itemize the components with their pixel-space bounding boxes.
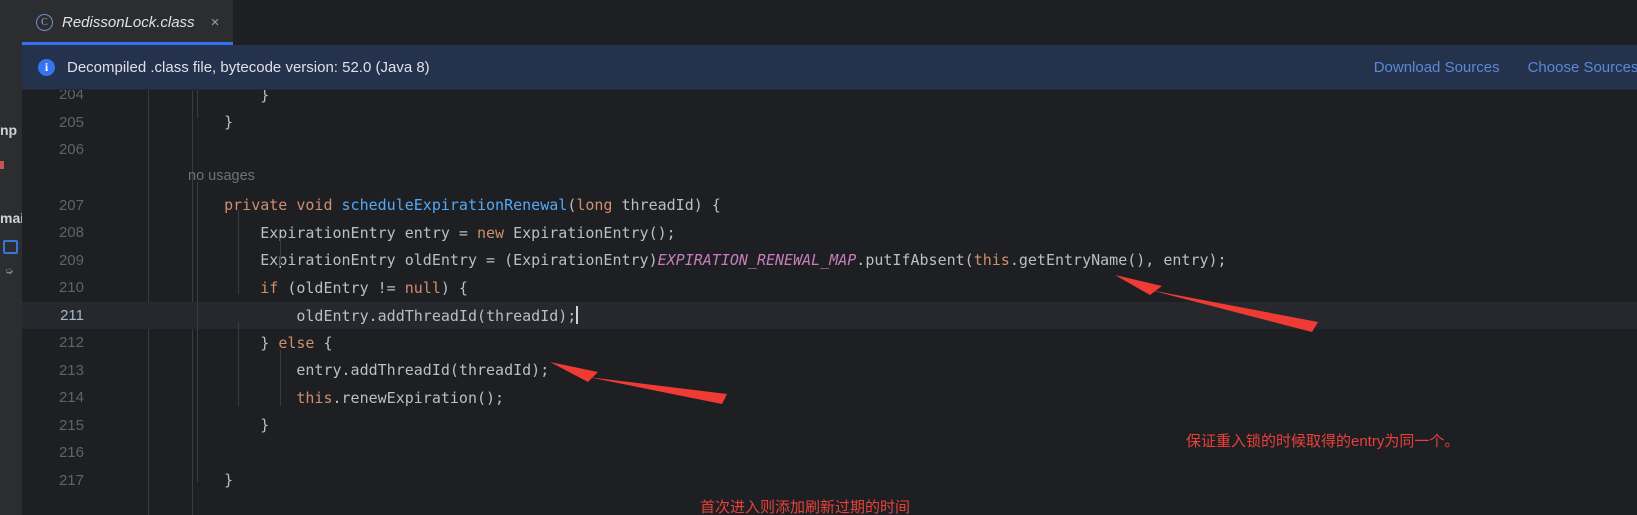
banner-actions: Download Sources Choose Sources... xyxy=(1374,45,1637,90)
tool-label-np: np xyxy=(0,122,18,138)
code-line-text[interactable]: } xyxy=(188,471,233,489)
code-line[interactable]: 205 } xyxy=(22,109,1637,137)
code-line-text[interactable]: } xyxy=(188,90,269,104)
line-number[interactable]: 208 xyxy=(22,224,92,241)
code-line-text[interactable]: } else { xyxy=(188,334,332,352)
indent-guide xyxy=(238,322,239,406)
line-number[interactable]: 215 xyxy=(22,417,92,434)
line-number[interactable]: 216 xyxy=(22,444,92,461)
code-line[interactable]: 204 } xyxy=(22,90,1637,109)
tab-redissonlock-class[interactable]: C RedissonLock.class × xyxy=(22,0,234,45)
tab-bar: C RedissonLock.class × xyxy=(22,0,1637,45)
code-line[interactable]: 209 ExpirationEntry oldEntry = (Expirati… xyxy=(22,247,1637,275)
indent-guide xyxy=(197,182,198,482)
info-icon: i xyxy=(38,58,55,76)
line-number[interactable]: 217 xyxy=(22,472,92,489)
line-number[interactable]: 206 xyxy=(22,141,92,158)
code-line[interactable]: 217 } xyxy=(22,467,1637,495)
text-caret xyxy=(576,305,578,324)
annotation-reentrant-entry: 保证重入锁的时候取得的entry为同一个。 xyxy=(1186,433,1460,450)
line-number[interactable]: 207 xyxy=(22,197,92,214)
line-number[interactable]: 212 xyxy=(22,334,92,351)
banner-message: Decompiled .class file, bytecode version… xyxy=(67,58,430,76)
code-line[interactable]: 207 private void scheduleExpirationRenew… xyxy=(22,192,1637,220)
line-number[interactable]: 204 xyxy=(22,90,92,103)
code-line-text[interactable]: } xyxy=(188,113,233,131)
code-line[interactable]: 213 entry.addThreadId(threadId); xyxy=(22,357,1637,385)
line-number[interactable]: 211 xyxy=(22,307,92,324)
code-line-text[interactable]: oldEntry.addThreadId(threadId); xyxy=(188,305,578,325)
left-tool-strip: np mai ➭ xyxy=(0,0,22,515)
code-line-text[interactable]: if (oldEntry != null) { xyxy=(188,279,468,297)
line-number[interactable]: 213 xyxy=(22,362,92,379)
tool-label-mai: mai xyxy=(0,210,22,226)
code-line[interactable]: 212 } else { xyxy=(22,329,1637,357)
chevron-icon[interactable]: ➭ xyxy=(5,266,13,277)
code-editor-area[interactable]: 204 } 205 } 206 207 private void scheduleEx… xyxy=(22,90,1637,515)
code-line[interactable]: 214 this.renewExpiration(); xyxy=(22,384,1637,412)
code-line[interactable]: 208 ExpirationEntry entry = new Expirati… xyxy=(22,219,1637,247)
code-line-text[interactable]: this.renewExpiration(); xyxy=(188,389,504,407)
code-line-text[interactable]: private void scheduleExpirationRenewal(l… xyxy=(188,196,721,214)
line-number[interactable]: 209 xyxy=(22,252,92,269)
indent-guide xyxy=(280,350,281,406)
code-line-text[interactable]: } xyxy=(188,416,269,434)
checkbox-icon[interactable] xyxy=(3,240,18,254)
editor-window: np mai ➭ C RedissonLock.class × i Decomp… xyxy=(0,0,1637,515)
decompiled-notification-banner: i Decompiled .class file, bytecode versi… xyxy=(22,45,1637,90)
code-line[interactable]: 206 xyxy=(22,136,1637,164)
code-line[interactable]: 210 if (oldEntry != null) { xyxy=(22,274,1637,302)
code-line-text[interactable]: ExpirationEntry entry = new ExpirationEn… xyxy=(188,224,675,242)
code-line-text[interactable]: ExpirationEntry oldEntry = (ExpirationEn… xyxy=(188,251,1226,269)
annotation-first-entry-renew: 首次进入则添加刷新过期的时间 xyxy=(700,499,911,515)
choose-sources-link[interactable]: Choose Sources... xyxy=(1528,59,1637,76)
inlay-hint-no-usages: no usages xyxy=(188,167,255,184)
code-line[interactable]: 211 oldEntry.addThreadId(threadId); xyxy=(22,301,1637,329)
error-stripe-marker xyxy=(0,161,4,169)
download-sources-link[interactable]: Download Sources xyxy=(1374,59,1500,76)
indent-guide xyxy=(197,90,198,118)
line-number[interactable]: 210 xyxy=(22,279,92,296)
line-number[interactable]: 205 xyxy=(22,114,92,131)
tab-title: RedissonLock.class xyxy=(62,14,195,31)
line-number[interactable]: 214 xyxy=(22,389,92,406)
code-line-text[interactable]: entry.addThreadId(threadId); xyxy=(188,361,549,379)
close-icon[interactable]: × xyxy=(211,15,220,30)
indent-guide xyxy=(280,238,281,266)
indent-guide xyxy=(238,210,239,294)
editor-shell: C RedissonLock.class × i Decompiled .cla… xyxy=(22,0,1637,515)
class-file-icon: C xyxy=(36,14,53,31)
